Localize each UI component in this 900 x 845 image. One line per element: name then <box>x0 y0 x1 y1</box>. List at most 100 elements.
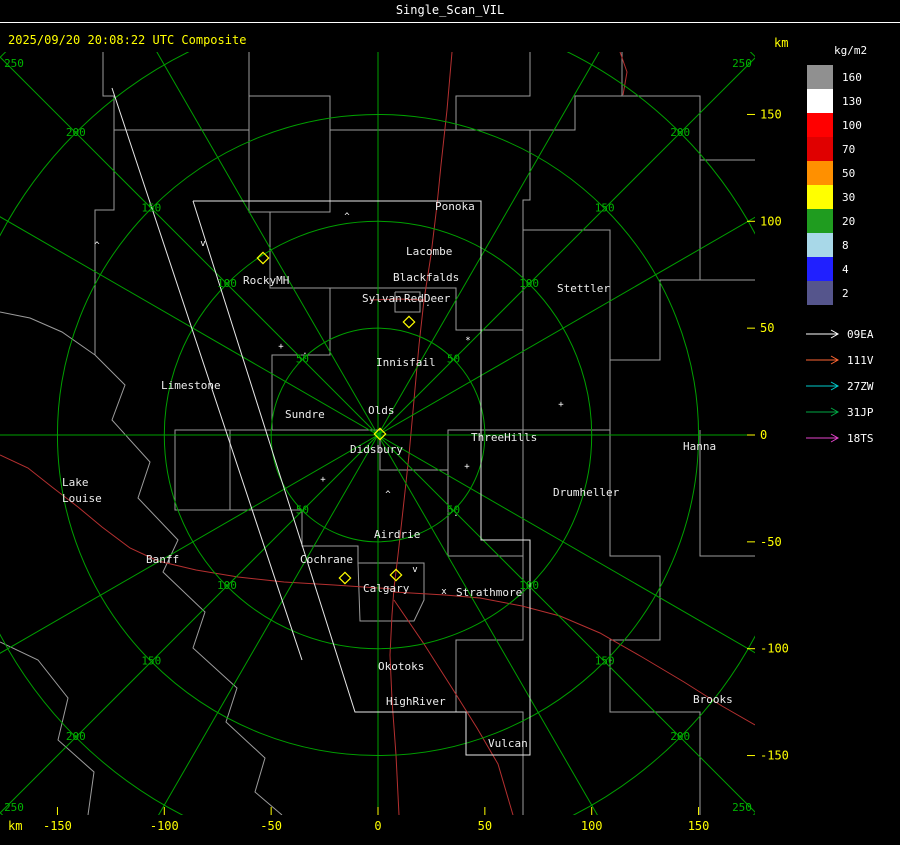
ring-range-label: 200 <box>670 730 690 743</box>
point-marker: + <box>320 475 326 485</box>
boundary-line <box>94 354 283 815</box>
ring-range-label: 150 <box>141 201 161 214</box>
city-label: Cochrane <box>300 553 353 566</box>
window-title: Single_Scan_VIL <box>395 3 505 17</box>
ring-range-label: 150 <box>141 655 161 668</box>
point-marker: ^ <box>385 490 391 500</box>
right-axis-label: -50 <box>760 535 782 549</box>
city-label: Hanna <box>683 440 716 453</box>
colorbar-unit-label: kg/m2 <box>834 44 868 57</box>
scan-outline-line <box>111 87 303 661</box>
city-label: Lake <box>62 476 89 489</box>
city-label: Innisfail <box>376 356 436 369</box>
radar-id-label: 27ZW <box>847 379 874 393</box>
legend-sidebar: kg/m2 160 130 100 70 50 30 20 8 4 2 09EA 111V 27ZW 3… <box>800 44 900 451</box>
radar-arrow-icon <box>806 407 840 417</box>
radar-map[interactable]: 50 100 150 200 250 50 100 150 200 250 50 100 150 200 2… <box>0 0 900 845</box>
colorbar: 160 130 100 70 50 30 20 8 4 2 <box>800 65 900 305</box>
city-label: ThreeHills <box>471 431 537 444</box>
colorbar-row: 4 <box>800 257 900 281</box>
radar-arrow-icon <box>806 329 840 339</box>
bottom-axis-unit: km <box>8 819 22 833</box>
radar-id-row: 27ZW <box>800 373 900 399</box>
radar-plot-canvas[interactable]: 5010015020025050100150200250501001502002… <box>0 0 900 841</box>
ring-range-label: 50 <box>296 504 309 517</box>
right-axis-label: 100 <box>760 214 782 228</box>
azimuth-spokes <box>0 52 755 815</box>
point-marker: + <box>278 342 284 352</box>
radar-site-diamond-icon <box>402 315 416 329</box>
city-labels: PonokaLacombeBlackfaldsSylvan RedDeerStet… <box>62 200 733 750</box>
right-axis-label: 0 <box>760 428 767 442</box>
radar-id-row: 18TS <box>800 425 900 451</box>
ring-range-label: 250 <box>732 57 752 70</box>
colorbar-swatch <box>807 65 833 89</box>
point-marker: + <box>558 400 564 410</box>
boundary-line <box>609 430 701 815</box>
map-layers <box>0 52 755 815</box>
city-label: HighRiver <box>386 695 446 708</box>
ring-range-label: 250 <box>4 801 24 814</box>
colorbar-row: 8 <box>800 233 900 257</box>
city-label: Blackfalds <box>393 271 459 284</box>
boundary-line <box>447 470 524 815</box>
boundary-line <box>523 229 611 360</box>
ring-range-label: 200 <box>66 730 86 743</box>
colorbar-swatch <box>807 281 833 305</box>
city-label: Brooks <box>693 693 733 706</box>
right-axis-label: 150 <box>760 107 782 121</box>
boundary-line <box>530 52 623 131</box>
radar-arrow-icon <box>806 381 840 391</box>
city-label: Olds <box>368 404 395 417</box>
city-label: RockyMH <box>243 274 289 287</box>
colorbar-row: 100 <box>800 113 900 137</box>
colorbar-value: 70 <box>842 142 856 156</box>
colorbar-swatch <box>807 257 833 281</box>
bottom-axis-label: -150 <box>43 819 72 833</box>
colorbar-row: 70 <box>800 137 900 161</box>
radar-arrow-icon <box>806 355 840 365</box>
radar-id-label: 31JP <box>847 405 874 419</box>
city-label: Ponoka <box>435 200 475 213</box>
boundary-line <box>248 130 330 213</box>
point-marker: . <box>453 509 458 519</box>
city-label: Vulcan <box>488 737 528 750</box>
right-axis-unit: km <box>774 36 788 50</box>
boundary-line <box>249 52 531 131</box>
ring-range-label: 100 <box>217 277 237 290</box>
colorbar-swatch <box>807 161 833 185</box>
azimuth-spoke <box>0 57 755 814</box>
city-label: Limestone <box>161 379 221 392</box>
colorbar-swatch <box>807 209 833 233</box>
scan-area-outline <box>111 87 531 756</box>
bottom-axis-label: 50 <box>478 819 492 833</box>
ring-range-label: 100 <box>217 579 237 592</box>
ring-range-label: 250 <box>732 801 752 814</box>
colorbar-swatch <box>807 233 833 257</box>
ring-range-label: 100 <box>519 277 539 290</box>
range-ring <box>0 52 755 815</box>
city-label: Banff <box>146 553 179 566</box>
point-markers: ^ v ^ + . *. ^ + + +. v x <box>94 212 564 597</box>
right-axis-label: -150 <box>760 749 789 763</box>
colorbar-row: 50 <box>800 161 900 185</box>
radar-id-label: 18TS <box>847 431 874 445</box>
colorbar-row: 20 <box>800 209 900 233</box>
boundary-line <box>0 311 96 356</box>
radar-id-label: 09EA <box>847 327 874 341</box>
radar-site-diamond-icon <box>338 571 352 585</box>
city-label: Airdrie <box>374 528 420 541</box>
radar-id-legend: 09EA 111V 27ZW 31JP 18TS <box>800 321 900 451</box>
colorbar-swatch <box>807 137 833 161</box>
city-label: Drumheller <box>553 486 620 499</box>
ring-range-label: 150 <box>595 201 615 214</box>
colorbar-value: 100 <box>842 118 862 132</box>
radar-arrow-icon <box>806 433 840 443</box>
ring-range-label: 150 <box>595 655 615 668</box>
city-label: Stettler <box>557 282 610 295</box>
colorbar-value: 2 <box>842 286 849 300</box>
right-axis-label: 50 <box>760 321 774 335</box>
colorbar-value: 160 <box>842 70 862 84</box>
ring-range-label: 250 <box>4 57 24 70</box>
point-marker: ^ <box>344 212 350 222</box>
